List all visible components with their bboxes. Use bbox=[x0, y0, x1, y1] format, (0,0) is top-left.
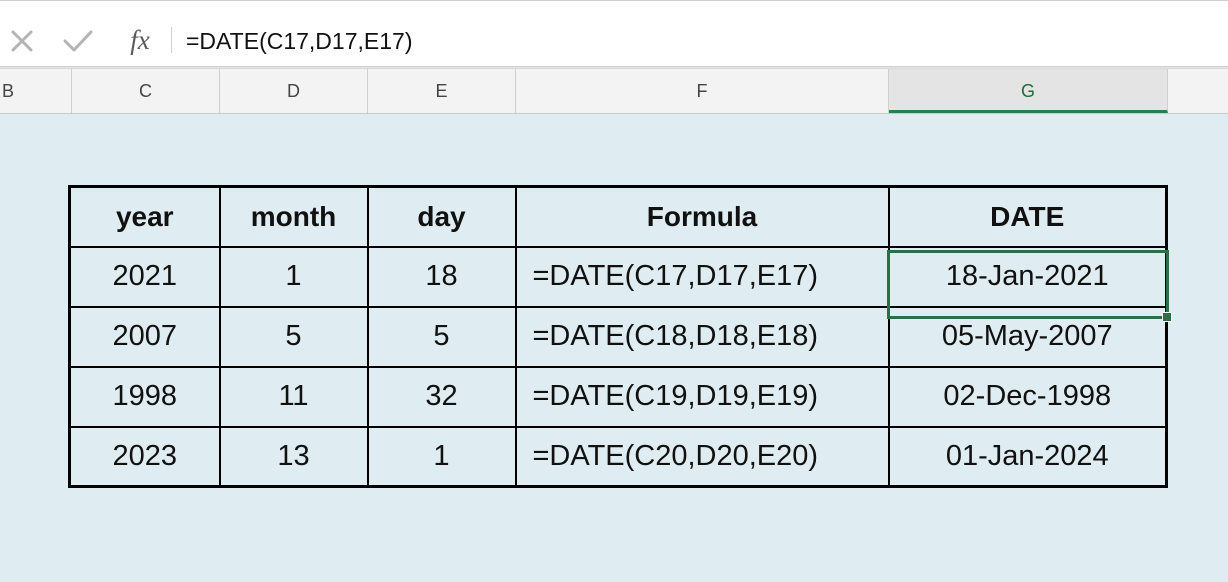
cell-formula[interactable]: =DATE(C18,D18,E18) bbox=[514, 305, 890, 368]
column-header-e[interactable]: E bbox=[368, 69, 516, 113]
table-row: 1998 11 32 =DATE(C19,D19,E19) 02-Dec-199… bbox=[68, 365, 1168, 428]
table-row: 2007 5 5 =DATE(C18,D18,E18) 05-May-2007 bbox=[68, 305, 1168, 368]
formula-bar-divider bbox=[171, 27, 172, 53]
date-table: year month day Formula DATE 2021 1 18 =D… bbox=[68, 185, 1168, 488]
column-header-b[interactable]: B bbox=[0, 69, 72, 113]
cell-day[interactable]: 1 bbox=[366, 425, 517, 488]
header-year[interactable]: year bbox=[68, 185, 221, 248]
insert-function-button[interactable]: fx bbox=[118, 19, 162, 61]
cell-year[interactable]: 2023 bbox=[68, 425, 221, 488]
header-formula[interactable]: Formula bbox=[514, 185, 890, 248]
fill-handle[interactable] bbox=[1162, 312, 1172, 322]
column-header-f[interactable]: F bbox=[516, 69, 889, 113]
fx-icon: fx bbox=[130, 24, 150, 55]
cell-date[interactable]: 05-May-2007 bbox=[887, 305, 1168, 368]
column-header-row: B C D E F G bbox=[0, 69, 1228, 114]
table-row: 2021 1 18 =DATE(C17,D17,E17) 18-Jan-2021 bbox=[68, 245, 1168, 308]
cell-day[interactable]: 32 bbox=[366, 365, 517, 428]
header-month[interactable]: month bbox=[218, 185, 369, 248]
header-day[interactable]: day bbox=[366, 185, 517, 248]
cancel-formula-button[interactable] bbox=[2, 21, 42, 61]
formula-bar: fx =DATE(C17,D17,E17) bbox=[0, 0, 1228, 66]
column-header-g[interactable]: G bbox=[889, 69, 1168, 113]
cell-year[interactable]: 2021 bbox=[68, 245, 221, 308]
cell-month[interactable]: 11 bbox=[218, 365, 369, 428]
cell-year[interactable]: 2007 bbox=[68, 305, 221, 368]
cell-day[interactable]: 18 bbox=[366, 245, 517, 308]
cell-date-active[interactable]: 18-Jan-2021 bbox=[887, 245, 1168, 308]
cell-month[interactable]: 13 bbox=[218, 425, 369, 488]
cell-formula[interactable]: =DATE(C19,D19,E19) bbox=[514, 365, 890, 428]
column-header-d[interactable]: D bbox=[220, 69, 368, 113]
close-x-icon bbox=[11, 30, 33, 52]
table-row: 2023 13 1 =DATE(C20,D20,E20) 01-Jan-2024 bbox=[68, 425, 1168, 488]
cell-formula[interactable]: =DATE(C17,D17,E17) bbox=[514, 245, 890, 308]
header-date[interactable]: DATE bbox=[887, 185, 1168, 248]
cell-month[interactable]: 5 bbox=[218, 305, 369, 368]
cell-year[interactable]: 1998 bbox=[68, 365, 221, 428]
cell-date[interactable]: 02-Dec-1998 bbox=[887, 365, 1168, 428]
formula-input[interactable]: =DATE(C17,D17,E17) bbox=[186, 23, 412, 59]
cell-formula[interactable]: =DATE(C20,D20,E20) bbox=[514, 425, 890, 488]
enter-formula-button[interactable] bbox=[58, 21, 98, 61]
table-header-row: year month day Formula DATE bbox=[68, 185, 1168, 248]
checkmark-icon bbox=[63, 30, 93, 52]
cell-date[interactable]: 01-Jan-2024 bbox=[887, 425, 1168, 488]
cell-day[interactable]: 5 bbox=[366, 305, 517, 368]
column-header-c[interactable]: C bbox=[72, 69, 220, 113]
cell-month[interactable]: 1 bbox=[218, 245, 369, 308]
